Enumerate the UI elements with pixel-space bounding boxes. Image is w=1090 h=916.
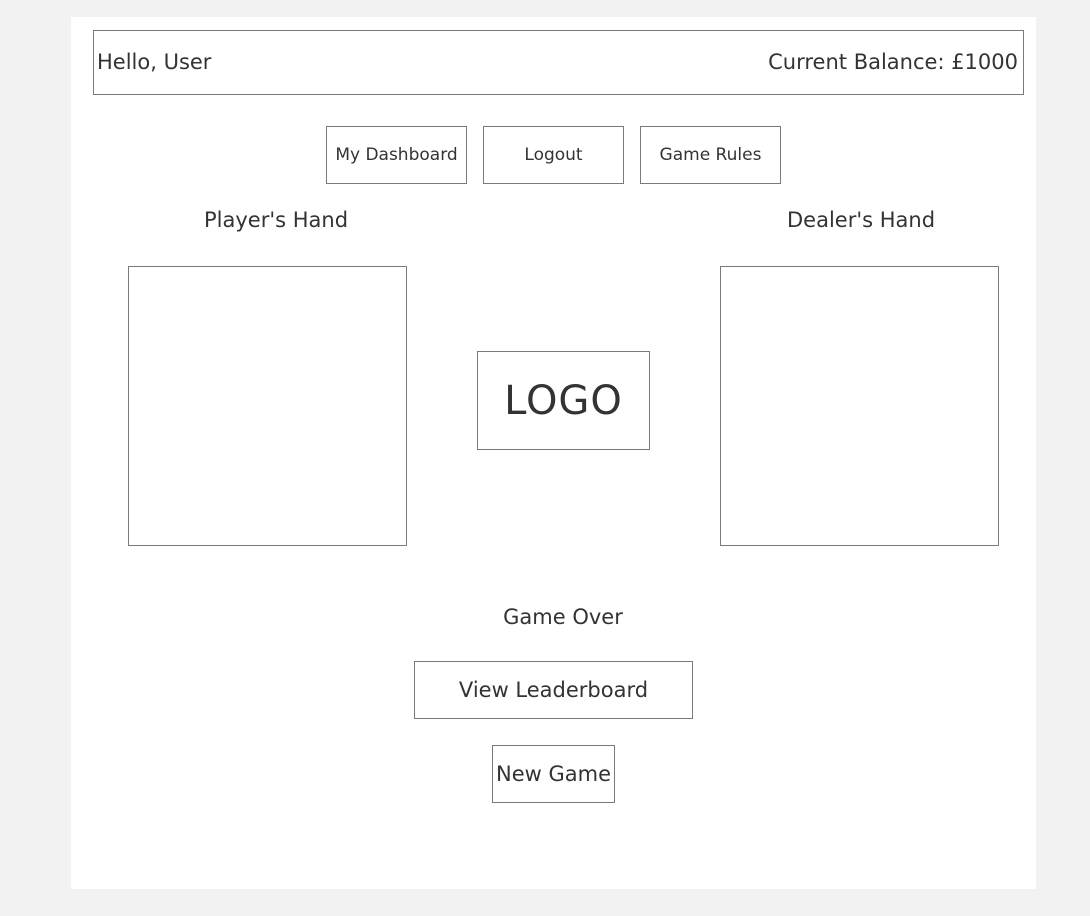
logout-button[interactable]: Logout <box>483 126 624 184</box>
my-dashboard-button[interactable]: My Dashboard <box>326 126 467 184</box>
game-rules-button[interactable]: Game Rules <box>640 126 781 184</box>
player-hand-area <box>128 266 407 546</box>
new-game-button[interactable]: New Game <box>492 745 615 803</box>
logo: LOGO <box>477 351 650 450</box>
dealer-hand-title: Dealer's Hand <box>787 208 936 232</box>
header-bar: Hello, User Current Balance: £1000 <box>93 30 1024 95</box>
view-leaderboard-button[interactable]: View Leaderboard <box>414 661 693 719</box>
page-container: Hello, User Current Balance: £1000 My Da… <box>71 17 1036 889</box>
current-balance: Current Balance: £1000 <box>768 50 1018 74</box>
game-status: Game Over <box>503 605 623 629</box>
user-greeting: Hello, User <box>97 50 212 74</box>
dealer-hand-area <box>720 266 999 546</box>
player-hand-title: Player's Hand <box>204 208 349 232</box>
